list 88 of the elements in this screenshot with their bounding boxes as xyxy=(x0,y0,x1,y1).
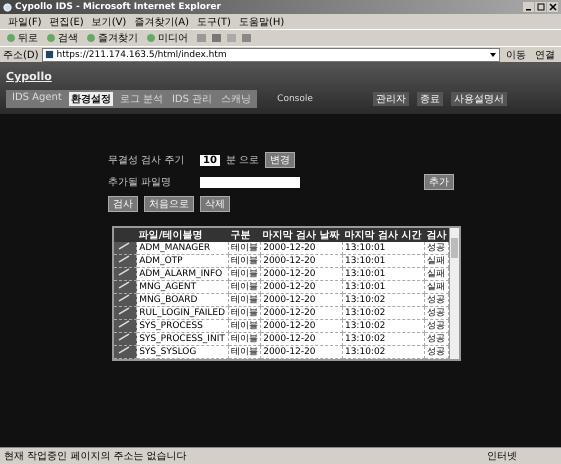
action-button[interactable]: 검사 xyxy=(108,196,138,212)
minimize-button[interactable] xyxy=(523,2,534,12)
column-header: 마지막 검사 시간 xyxy=(342,228,424,242)
column-header xyxy=(114,228,137,242)
console-link[interactable]: Console xyxy=(277,94,313,104)
add-button[interactable]: 추가 xyxy=(424,174,454,190)
table-cell: 2000-12-20 xyxy=(260,332,342,346)
action-button[interactable]: 처음으로 xyxy=(144,196,194,212)
menu-item[interactable]: 즐겨찾기(A) xyxy=(134,14,189,28)
scrollbar[interactable] xyxy=(449,228,459,359)
column-header: 마지막 검사 날짜 xyxy=(260,228,342,242)
menu-item[interactable]: 도구(T) xyxy=(197,14,231,28)
table-cell: 테이블 xyxy=(228,294,261,306)
period-field[interactable]: 10 xyxy=(200,154,220,166)
table-cell: 2000-12-20 xyxy=(260,242,342,254)
table-cell: 테이블 xyxy=(228,320,261,332)
maximize-icon xyxy=(536,3,544,11)
table-cell: SYS_PROCESS xyxy=(136,320,228,332)
circle-icon xyxy=(6,33,16,43)
change-button[interactable]: 변경 xyxy=(265,152,296,168)
table-cell: 13:10:01 xyxy=(342,268,424,280)
circle-icon xyxy=(46,33,56,43)
table-cell: 13:10:02 xyxy=(342,346,424,358)
table-cell: 테이블 xyxy=(228,254,261,268)
column-header: 검사 xyxy=(424,228,448,242)
table-cell: 13:10:02 xyxy=(342,294,424,306)
close-icon xyxy=(548,3,556,11)
table-cell: 13:10:02 xyxy=(342,332,424,346)
table-cell: 13:10:02 xyxy=(342,306,424,320)
page-icon xyxy=(44,50,54,59)
table-cell: 테이블 xyxy=(228,242,261,254)
table-cell: 13:10:01 xyxy=(342,254,424,268)
menu-item[interactable]: 도움말(H) xyxy=(238,14,284,28)
table-cell: 2000-12-20 xyxy=(260,294,342,306)
table-cell: 테이블 xyxy=(228,280,261,294)
column-header: 구분 xyxy=(228,228,261,242)
table-cell: 테이블 xyxy=(228,332,261,346)
table-cell: MNG_AGENT xyxy=(136,280,228,294)
zone-indicator: 인터넷 xyxy=(487,450,518,463)
window-title: Cypollo IDS - Microsoft Internet Explorer xyxy=(15,2,222,12)
menu-item[interactable]: 파일(F) xyxy=(8,14,42,28)
table-cell: MNG_BOARD xyxy=(136,294,228,306)
table-cell: 2000-12-20 xyxy=(260,306,342,320)
table-cell: 테이블 xyxy=(228,306,261,320)
address-field[interactable]: https://211.174.163.5/html/index.htm xyxy=(42,48,500,62)
table-cell: 테이블 xyxy=(228,268,261,280)
toolbar-button[interactable]: 검색 xyxy=(46,31,78,45)
header-link[interactable]: 종료 xyxy=(416,92,443,106)
table-cell: 2000-12-20 xyxy=(260,346,342,358)
header-link[interactable]: 관리자 xyxy=(372,92,409,106)
address-label: 주소(D) xyxy=(3,48,39,62)
table-cell: 2000-12-20 xyxy=(260,320,342,332)
logo[interactable]: Cypollo xyxy=(6,70,52,83)
go-button[interactable]: 이동 xyxy=(503,48,529,62)
table-cell: 13:10:01 xyxy=(342,280,424,294)
table-cell: 2000-12-20 xyxy=(260,254,342,268)
toolbar-button[interactable]: 즐겨찾기 xyxy=(86,31,138,45)
table-cell: 2000-12-20 xyxy=(260,268,342,280)
circle-icon xyxy=(86,33,96,43)
table-cell: RUL_LOGIN_FAILED xyxy=(136,306,228,320)
dropdown-icon[interactable] xyxy=(489,50,497,58)
nav-tab[interactable]: 환경설정 xyxy=(68,92,113,106)
links-button[interactable]: 연결 xyxy=(532,48,558,62)
menu-item[interactable]: 보기(V) xyxy=(92,14,126,28)
table-cell: ADM_OTP xyxy=(136,254,228,268)
globe-icon xyxy=(3,2,12,12)
status-text: 현재 작업중인 페이지의 주소는 없습니다 xyxy=(4,450,188,463)
field-label: 무결성 검사 주기 xyxy=(108,154,186,167)
table-cell: 13:10:01 xyxy=(342,242,424,254)
circle-icon xyxy=(146,33,156,43)
toolbar-button[interactable]: 미디어 xyxy=(146,31,188,45)
table-cell: ADM_MANAGER xyxy=(136,242,228,254)
table-cell: 13:10:02 xyxy=(342,320,424,332)
unit-label: 분 으로 xyxy=(226,154,260,167)
maximize-button[interactable] xyxy=(535,2,546,12)
close-button[interactable] xyxy=(547,2,558,12)
menu-item[interactable]: 편집(E) xyxy=(50,14,84,28)
file-name-field[interactable] xyxy=(200,176,300,188)
table-cell: SYS_PROCESS_INIT xyxy=(136,332,228,346)
field-label: 추가될 파일명 xyxy=(108,176,172,189)
action-button[interactable]: 삭제 xyxy=(200,196,230,212)
table-cell: 2000-12-20 xyxy=(260,280,342,294)
toolbar-button[interactable]: 뒤로 xyxy=(6,31,38,45)
table-cell: SYS_SYSLOG xyxy=(136,346,228,358)
header-link[interactable]: 사용설명서 xyxy=(450,92,507,106)
table-cell: 테이블 xyxy=(228,346,261,358)
table-cell: ADM_ALARM_INFO xyxy=(136,268,228,280)
column-header: 파일/테이블명 xyxy=(136,228,228,242)
